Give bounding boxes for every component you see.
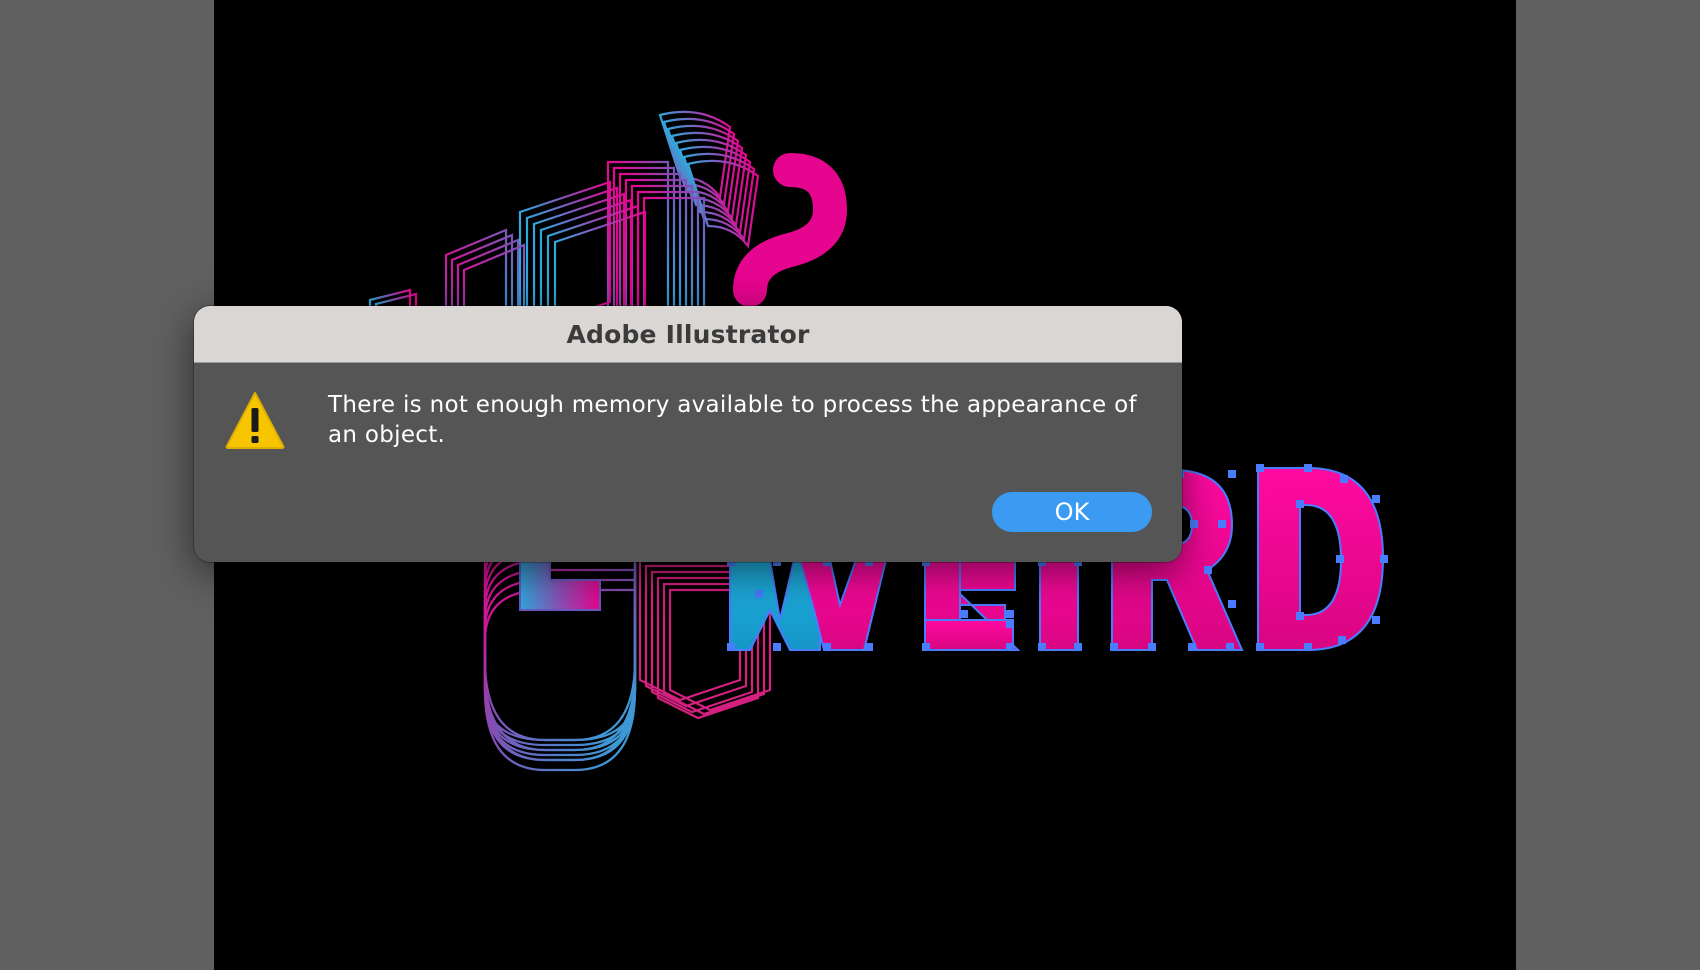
dialog-title: Adobe Illustrator — [566, 319, 810, 349]
warning-icon — [225, 392, 285, 449]
alert-dialog: Adobe Illustrator There is not enough me… — [194, 306, 1182, 562]
dialog-message: There is not enough memory available to … — [328, 392, 1137, 448]
ok-button[interactable]: OK — [992, 492, 1152, 532]
workspace-pasteboard[interactable]: Adobe Illustrator There is not enough me… — [0, 0, 1700, 970]
dialog-titlebar[interactable]: Adobe Illustrator — [194, 306, 1182, 363]
